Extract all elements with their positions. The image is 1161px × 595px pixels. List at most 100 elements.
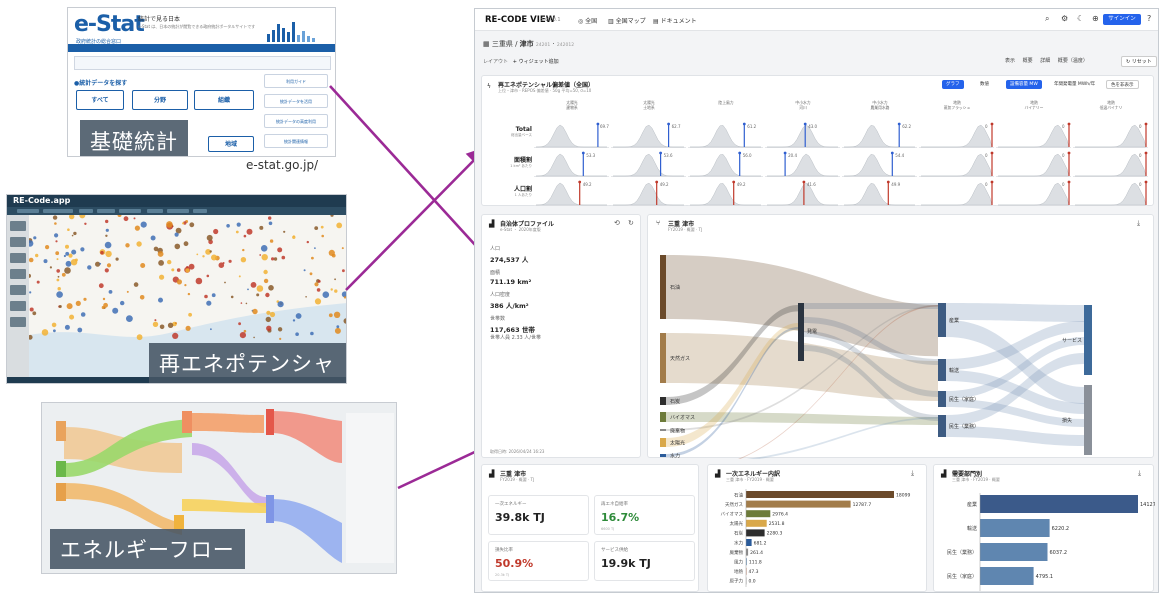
signin-button[interactable]: サインイン	[1103, 14, 1141, 25]
sankey-sector-label: 産業	[949, 317, 959, 324]
kpi-value: 19.9k TJ	[601, 557, 651, 570]
nav-documents[interactable]: ▤ ドキュメント	[653, 16, 697, 25]
ridge-value-label: 49.2	[660, 182, 669, 187]
ridge-cell[interactable]: 0	[996, 178, 1071, 206]
ridge-cell[interactable]: 49.2	[611, 178, 686, 206]
ridge-density	[535, 124, 607, 148]
ridge-cell[interactable]: 41.6	[765, 178, 840, 206]
download-icon[interactable]: ⤓	[1137, 219, 1140, 228]
bar-category-label: 産業	[967, 501, 977, 508]
ridge-marker-dot	[1067, 180, 1071, 184]
chart-icon: ▟	[489, 220, 495, 228]
ridge-column-header: 太陽光 建物系	[566, 100, 578, 110]
help-icon[interactable]: ?	[1147, 14, 1151, 23]
hide-color-button[interactable]: 色を非表示	[1106, 80, 1139, 89]
sankey-source-label: 石油	[670, 284, 680, 291]
view-detail-button[interactable]: 詳細	[1040, 58, 1050, 64]
nav-national-map[interactable]: ▥ 全国マップ	[608, 16, 646, 25]
graph-toggle-button[interactable]: グラフ	[942, 80, 964, 89]
bar-category-label: 太陽光	[730, 520, 744, 527]
view-summary-button[interactable]: 概要	[1023, 58, 1033, 64]
bar-value-label: 111.8	[749, 560, 762, 566]
reset-button[interactable]: ↻ リセット	[1121, 56, 1157, 67]
ridge-row-sub: 総出量ベース	[511, 133, 532, 137]
ridge-cell[interactable]: 56.0	[688, 149, 763, 177]
bar	[980, 495, 1138, 513]
ridge-value-label: 53.6	[664, 153, 673, 158]
sankey-mid-label: 発電	[807, 328, 817, 335]
ridge-cell[interactable]: 20.4	[765, 149, 840, 177]
ridge-marker-dot	[596, 122, 600, 126]
bar-category-label: 石炭	[734, 531, 743, 537]
capacity-toggle-button[interactable]: 設備容量 MW	[1006, 80, 1042, 89]
household-size-note: 世帯人員 2.33 人/世帯	[490, 335, 541, 341]
ridge-value-label: 49.9	[891, 182, 900, 187]
ridge-cell[interactable]: 54.4	[842, 149, 917, 177]
ridge-marker-dot	[886, 180, 890, 184]
sankey-source-label: バイオマス	[670, 415, 695, 421]
ridge-density	[921, 153, 993, 177]
numeric-toggle-button[interactable]: 数値	[976, 80, 993, 89]
view-temperature-button[interactable]: 概要（温度）	[1058, 58, 1088, 64]
bar-value-label: 2531.8	[769, 521, 785, 527]
globe-icon: ◎	[578, 18, 584, 25]
ridge-value-label: 0	[1062, 124, 1065, 129]
population-label: 人口	[490, 246, 501, 252]
nav-national[interactable]: ◎ 全国	[578, 16, 597, 25]
ridge-cell[interactable]: 49.2	[534, 178, 609, 206]
sankey-source-node	[660, 438, 666, 447]
refresh-icon[interactable]: ↻	[628, 219, 634, 227]
ridge-cell[interactable]: 0	[919, 149, 994, 177]
ridge-cell[interactable]: 61.2	[688, 120, 763, 148]
ridge-cell[interactable]: 0	[1073, 120, 1148, 148]
breadcrumb-prefecture[interactable]: 三重県	[492, 40, 513, 48]
ridge-cell[interactable]: 0	[919, 178, 994, 206]
ridge-cell[interactable]: 53.6	[611, 149, 686, 177]
ridge-row-label: Total 総出量ベース	[488, 126, 532, 138]
bar-value-label: 4795.1	[1036, 574, 1054, 580]
ridge-marker-dot	[742, 122, 746, 126]
ridge-cell[interactable]: 0	[1073, 149, 1148, 177]
ridge-marker-dot	[1144, 151, 1148, 155]
download-icon[interactable]: ⤓	[911, 469, 914, 478]
ridge-cell[interactable]: 0	[996, 120, 1071, 148]
kpi-label: 損失比率	[495, 548, 513, 553]
ridge-density	[1075, 153, 1147, 177]
ridge-cell[interactable]: 62.2	[842, 120, 917, 148]
bar-value-label: 6037.2	[1050, 550, 1068, 556]
moon-icon[interactable]: ☾	[1077, 14, 1084, 23]
ridge-marker-dot	[802, 180, 806, 184]
bar-value-label: 0.0	[749, 579, 756, 585]
ridge-marker-dot	[1067, 151, 1071, 155]
bar-value-label: 681.2	[754, 540, 767, 546]
arrow-estat-to-profile	[329, 85, 502, 274]
language-icon[interactable]: ⊕	[1092, 14, 1099, 23]
add-widget-button[interactable]: + ウィジェット追加	[513, 59, 559, 65]
bar-category-label: 天然ガス	[725, 501, 743, 508]
ridge-cell[interactable]: 0	[919, 120, 994, 148]
arrow-map-to-ridge	[345, 146, 488, 291]
kpi-value: 16.7%	[601, 511, 640, 524]
ridge-marker-dot	[578, 180, 582, 184]
sankey-flow	[666, 412, 938, 425]
profile-density: 人口密度 386 人/km²	[490, 291, 529, 310]
sankey-source-node	[660, 255, 666, 319]
ridge-density	[613, 153, 684, 177]
search-icon[interactable]: ⌕	[1045, 14, 1049, 24]
ridge-cell[interactable]: 69.7	[534, 120, 609, 148]
ridge-marker-dot	[732, 180, 736, 184]
ridge-value-label: 56.0	[743, 153, 752, 158]
view-label: 表示	[1005, 58, 1016, 64]
ridge-cell[interactable]: 49.9	[842, 178, 917, 206]
history-icon[interactable]: ⟲	[614, 219, 620, 227]
ridge-cell[interactable]: 49.2	[688, 178, 763, 206]
ridge-cell[interactable]: 0	[1073, 178, 1148, 206]
bar-value-label: 47.3	[749, 569, 759, 575]
ridge-cell[interactable]: 62.7	[611, 120, 686, 148]
ridge-cell[interactable]: 43.0	[765, 120, 840, 148]
ridge-cell[interactable]: 53.3	[534, 149, 609, 177]
gear-icon[interactable]: ⚙	[1061, 14, 1068, 23]
ridge-cell[interactable]: 0	[996, 149, 1071, 177]
generation-toggle-button[interactable]: 年間発電量 MWh/年	[1050, 80, 1099, 89]
download-icon[interactable]: ⤓	[1138, 469, 1141, 478]
